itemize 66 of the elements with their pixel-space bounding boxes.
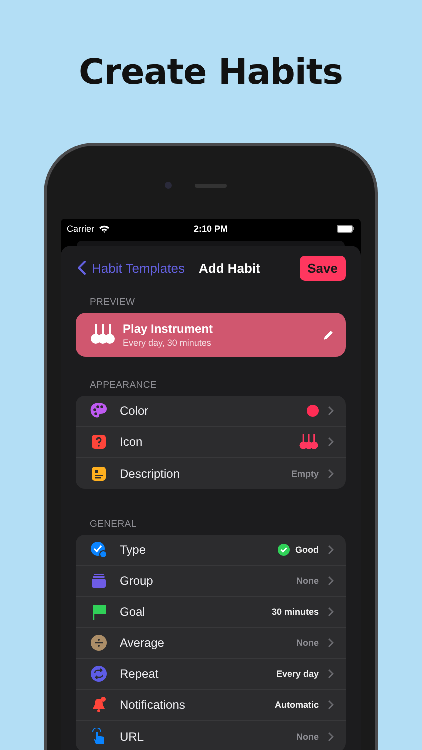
chevron-icon <box>328 406 334 416</box>
row-label: Description <box>120 466 182 480</box>
screen-title: Add Habit <box>198 260 260 276</box>
habit-name: Play Instrument <box>123 322 214 336</box>
settings-row[interactable]: Type Good <box>76 535 346 566</box>
row-label: Type <box>120 543 148 557</box>
chevron-icon <box>328 638 334 648</box>
chevron-left-icon <box>78 261 86 275</box>
row-value: Empty <box>291 468 319 478</box>
note-icon <box>90 464 108 482</box>
repeat-icon <box>90 665 108 683</box>
settings-row[interactable]: Description Empty <box>76 458 346 489</box>
habit-preview-card[interactable]: Play Instrument Every day, 30 minutes <box>76 313 346 357</box>
clock-time: 2:10 PM <box>192 224 229 234</box>
pencil-icon[interactable] <box>323 330 334 340</box>
chevron-icon <box>328 607 334 617</box>
row-value: Good <box>296 545 319 555</box>
settings-row[interactable]: Notifications Automatic <box>76 690 346 721</box>
chevron-icon <box>328 545 334 555</box>
row-value: None <box>296 576 319 586</box>
chevron-icon <box>328 437 334 447</box>
bell-icon <box>90 696 108 714</box>
row-value: Every day <box>276 669 319 679</box>
question-icon <box>90 433 108 451</box>
wifi-icon <box>98 225 110 233</box>
row-label: Icon <box>120 435 144 449</box>
section-header: PREVIEW <box>90 297 136 308</box>
row-label: Group <box>120 574 154 588</box>
camera-icon <box>165 182 172 189</box>
chevron-icon <box>328 732 334 742</box>
section-header: APPEARANCE <box>90 380 158 391</box>
row-label: Goal <box>120 605 146 619</box>
row-label: Repeat <box>120 667 160 681</box>
row-value: None <box>296 732 319 742</box>
chevron-icon <box>328 700 334 710</box>
chevron-icon <box>328 576 334 586</box>
check-icon <box>278 544 290 556</box>
row-value: None <box>296 638 319 648</box>
stack-icon <box>90 572 108 590</box>
settings-row[interactable]: Goal 30 minutes <box>76 597 346 628</box>
back-button[interactable]: Habit Templates <box>72 260 191 276</box>
row-label: URL <box>120 730 146 744</box>
row-label: Notifications <box>120 698 186 712</box>
row-value: Automatic <box>274 700 319 710</box>
settings-row[interactable]: Icon <box>76 427 346 458</box>
headline: Create Habits <box>79 53 343 93</box>
chevron-icon <box>328 468 334 478</box>
flag-icon <box>90 603 108 621</box>
save-button[interactable]: Save <box>300 256 346 280</box>
settings-row[interactable]: Average None <box>76 628 346 659</box>
settings-row[interactable]: Group None <box>76 566 346 597</box>
instrument-icon <box>299 434 319 450</box>
carrier-label: Carrier <box>67 224 95 234</box>
palette-icon <box>90 402 108 420</box>
row-label: Color <box>120 404 150 418</box>
chevron-icon <box>328 669 334 679</box>
divide-icon <box>90 634 108 652</box>
instrument-icon <box>90 324 116 346</box>
row-label: Average <box>120 636 166 650</box>
section-header: GENERAL <box>90 519 138 530</box>
settings-row[interactable]: Color <box>76 396 346 427</box>
battery-icon <box>337 225 355 233</box>
row-value: 30 minutes <box>272 607 319 617</box>
settings-row[interactable]: URL None <box>76 721 346 750</box>
habit-schedule: Every day, 30 minutes <box>123 338 212 348</box>
settings-row[interactable]: Repeat Every day <box>76 659 346 690</box>
